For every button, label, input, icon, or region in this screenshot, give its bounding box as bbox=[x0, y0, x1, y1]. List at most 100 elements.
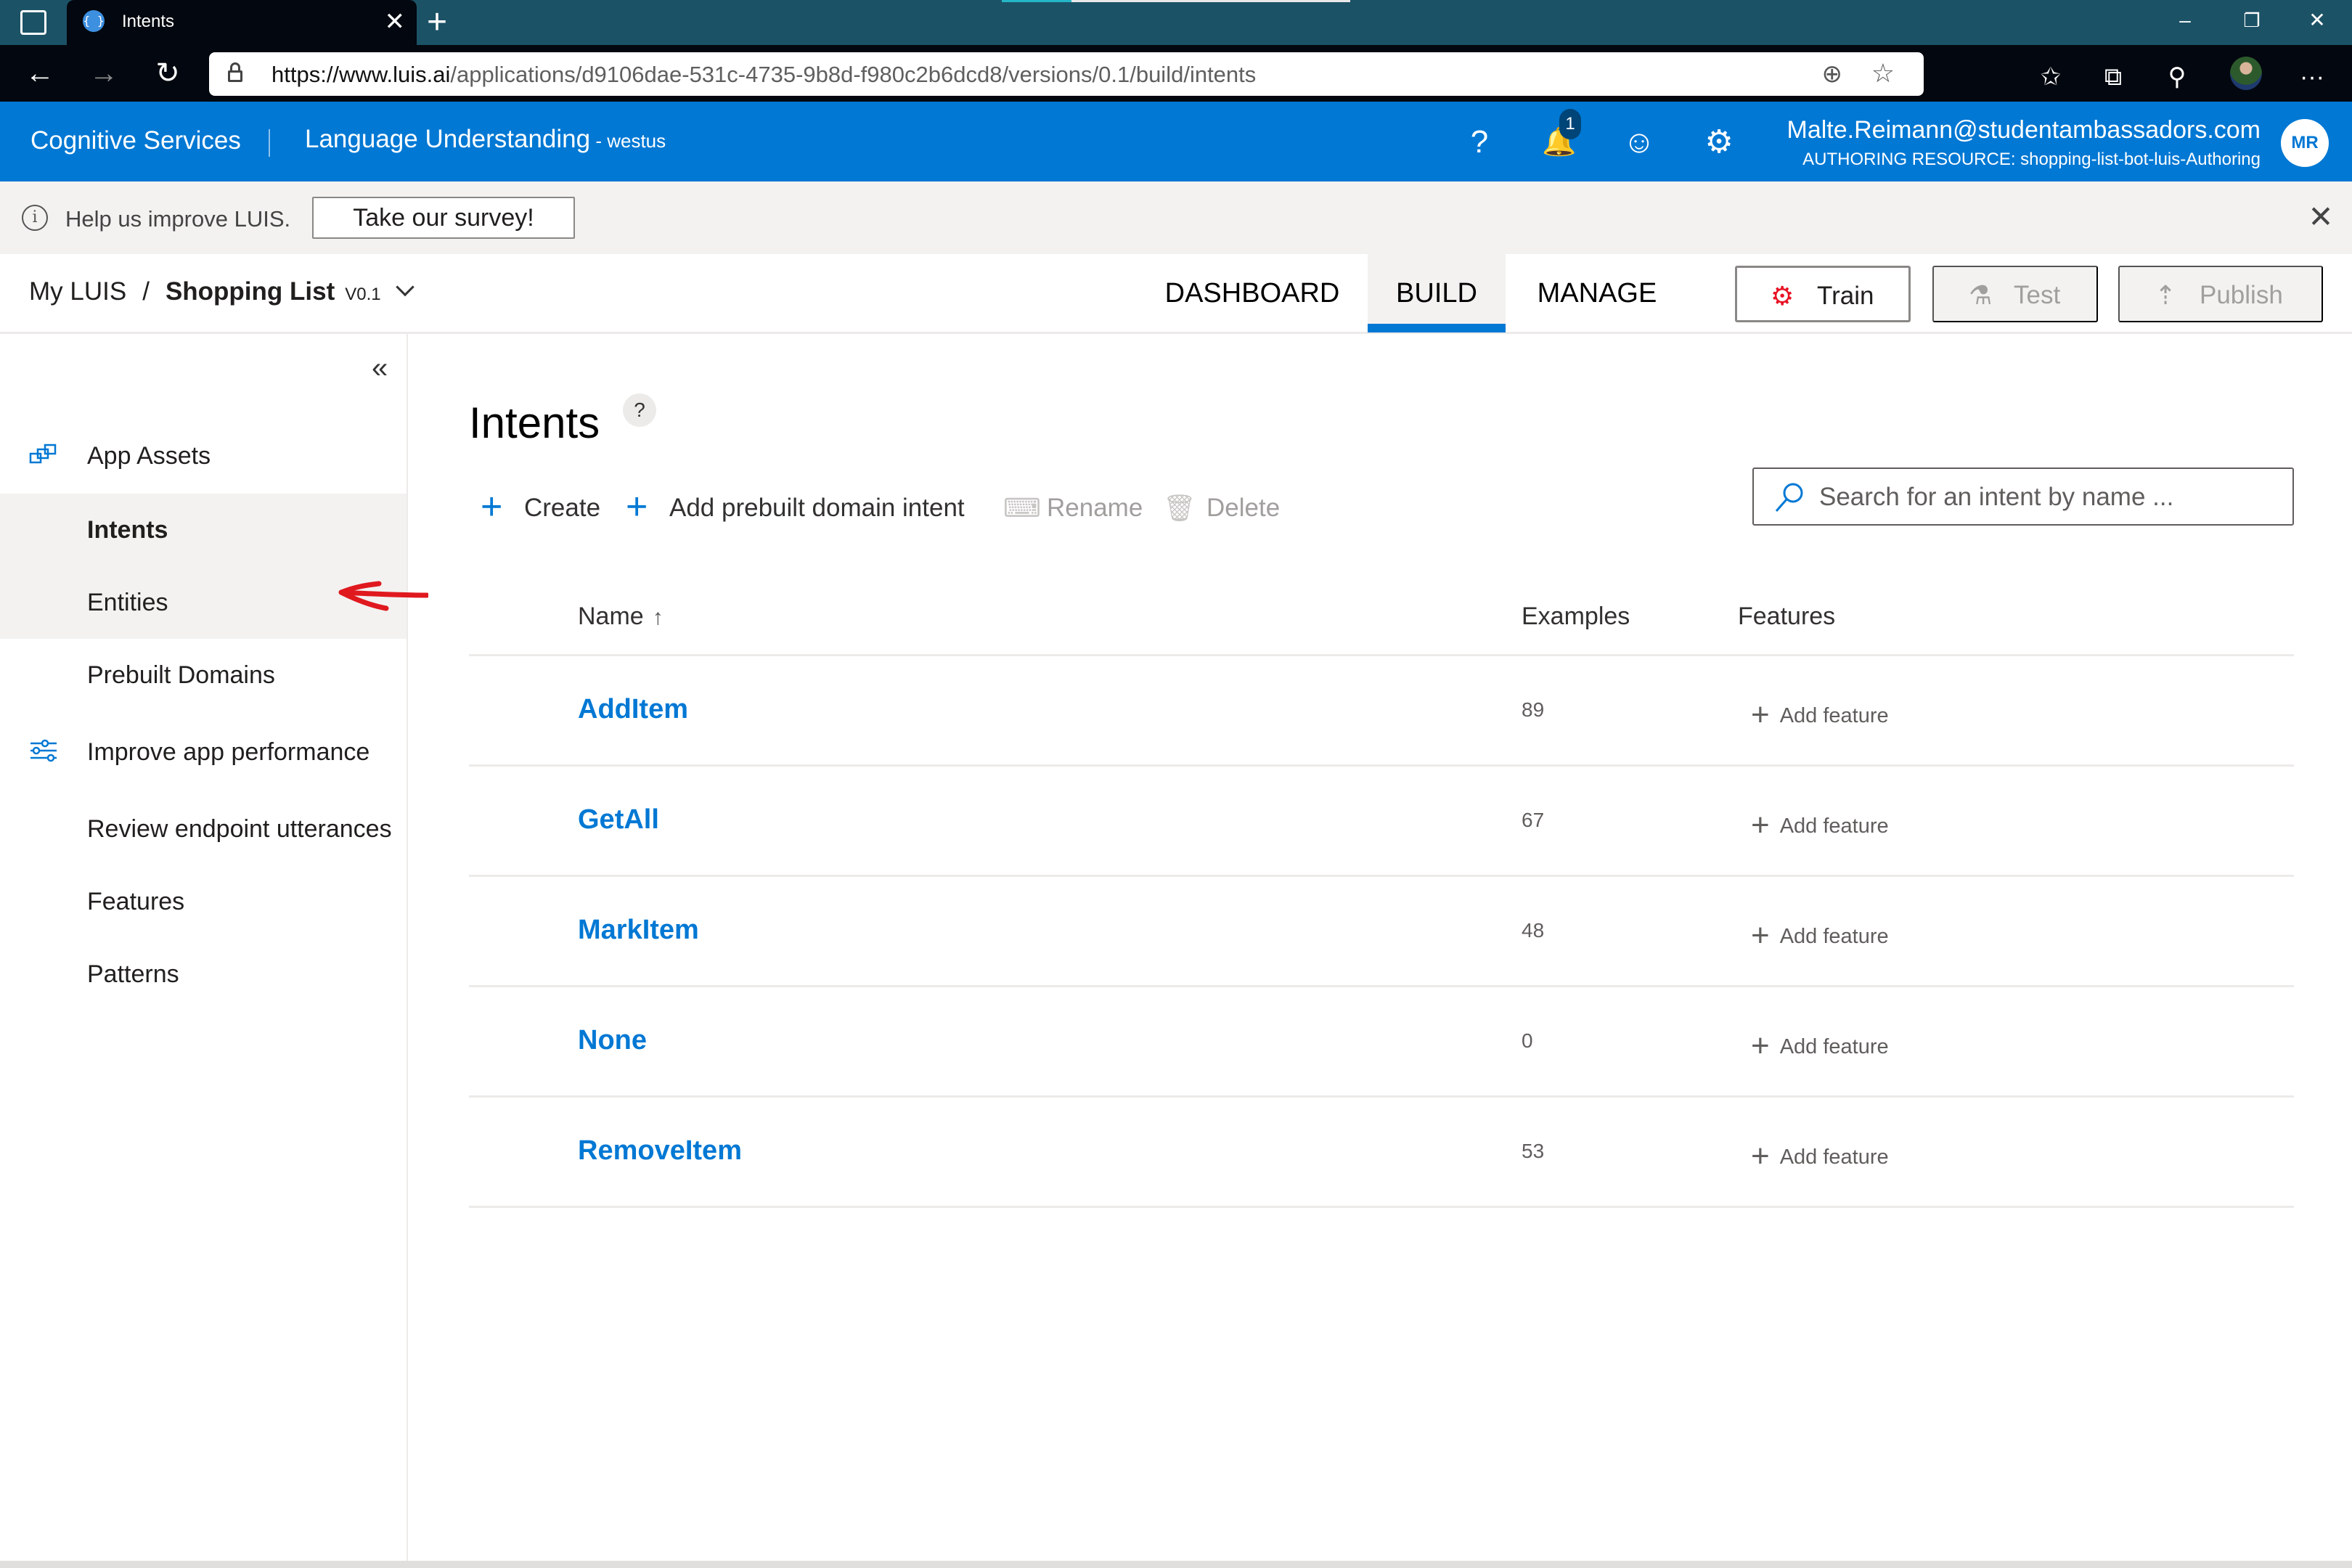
add-feature-button[interactable]: + Add feature bbox=[1751, 1025, 1889, 1063]
refresh-button[interactable]: ↻ bbox=[150, 55, 186, 91]
column-header-features[interactable]: Features bbox=[1738, 603, 1835, 631]
sidebar-item-prebuilt-domains[interactable]: Prebuilt Domains bbox=[0, 639, 407, 711]
browser-tab-intents[interactable]: { } Intents ✕ bbox=[67, 0, 417, 45]
examples-count: 0 bbox=[1522, 1029, 1533, 1052]
page-title: Intents bbox=[469, 399, 600, 447]
table-row[interactable]: GetAll 67 + Add feature bbox=[469, 767, 2294, 877]
intent-name-link[interactable]: AddItem bbox=[578, 694, 688, 725]
plus-icon: + bbox=[1751, 918, 1770, 953]
add-feature-button[interactable]: + Add feature bbox=[1751, 694, 1889, 732]
sidebar-label: Intents bbox=[87, 516, 168, 544]
add-feature-label: Add feature bbox=[1779, 1035, 1889, 1058]
sidebar-item-features[interactable]: Features bbox=[0, 865, 407, 938]
plus-icon: + bbox=[481, 486, 503, 528]
sidebar-item-review-endpoint-utterances[interactable]: Review endpoint utterances bbox=[0, 793, 407, 865]
browser-toolbar: ← → ↻ https://www.luis.ai/applications/d… bbox=[0, 45, 2352, 102]
add-feature-label: Add feature bbox=[1779, 925, 1889, 948]
back-button[interactable]: ← bbox=[22, 55, 58, 91]
add-prebuilt-label: Add prebuilt domain intent bbox=[669, 494, 965, 522]
intent-name-link[interactable]: MarkItem bbox=[578, 915, 699, 946]
column-header-name[interactable]: Name ↑ bbox=[578, 603, 663, 631]
publish-icon: ⇡ bbox=[2155, 280, 2177, 310]
horizontal-scrollbar[interactable] bbox=[0, 1561, 2352, 1568]
restore-button[interactable]: ❐ bbox=[2230, 6, 2274, 35]
close-tab-icon[interactable]: ✕ bbox=[385, 7, 406, 36]
add-feature-label: Add feature bbox=[1779, 1146, 1889, 1169]
test-button[interactable]: ⚗ Test bbox=[1932, 266, 2098, 322]
intent-name-link[interactable]: None bbox=[578, 1025, 647, 1056]
add-favorite-icon[interactable]: ☆ bbox=[1871, 58, 1895, 89]
favorites-icon[interactable]: ✩ bbox=[2033, 62, 2069, 91]
extensions-icon[interactable]: ⚲ bbox=[2159, 62, 2195, 91]
plus-icon: + bbox=[1751, 807, 1770, 843]
sidebar-item-patterns[interactable]: Patterns bbox=[0, 938, 407, 1010]
sidebar-label: App Assets bbox=[87, 442, 211, 470]
version-chevron-down-icon[interactable] bbox=[395, 277, 415, 297]
trash-icon: 🗑 bbox=[1163, 493, 1196, 523]
collections-icon[interactable]: ⧉ bbox=[2095, 62, 2131, 91]
minimize-button[interactable]: – bbox=[2163, 6, 2207, 35]
settings-gear-icon[interactable]: ⚙ bbox=[1697, 121, 1741, 164]
product-name[interactable]: Language Understanding - westus bbox=[305, 125, 666, 154]
tab-dashboard[interactable]: DASHBOARD bbox=[1147, 254, 1357, 332]
intent-search-box[interactable] bbox=[1752, 467, 2294, 526]
url-text[interactable]: https://www.luis.ai/applications/d9106da… bbox=[271, 62, 1256, 88]
app-navigation-bar: My LUIS / Shopping List V0.1 DASHBOARD BUIL… bbox=[0, 254, 2352, 334]
more-menu-icon[interactable]: ··· bbox=[2294, 62, 2330, 91]
breadcrumb-my-luis[interactable]: My LUIS bbox=[29, 277, 126, 306]
close-window-button[interactable]: ✕ bbox=[2295, 6, 2339, 35]
close-banner-icon[interactable]: ✕ bbox=[2303, 199, 2339, 235]
train-gears-icon: ⚙ bbox=[1771, 281, 1794, 311]
intent-name-link[interactable]: RemoveItem bbox=[578, 1135, 742, 1167]
notification-count-badge: 1 bbox=[1559, 109, 1581, 139]
address-bar[interactable]: https://www.luis.ai/applications/d9106da… bbox=[209, 52, 1924, 96]
tab-title: Intents bbox=[122, 12, 175, 31]
cognitive-services-link[interactable]: Cognitive Services bbox=[30, 126, 241, 155]
sidebar-item-improve-app-performance[interactable]: Improve app performance bbox=[0, 716, 407, 788]
lock-icon[interactable] bbox=[228, 62, 242, 83]
tab-actions-button[interactable] bbox=[20, 10, 46, 35]
user-avatar[interactable]: MR bbox=[2281, 119, 2329, 167]
add-feature-button[interactable]: + Add feature bbox=[1751, 915, 1889, 953]
breadcrumb: My LUIS / Shopping List V0.1 bbox=[29, 277, 415, 306]
sidebar-label: Features bbox=[87, 888, 185, 915]
plus-icon: + bbox=[1751, 1138, 1770, 1174]
help-question-icon[interactable]: ? bbox=[623, 393, 656, 427]
new-tab-button[interactable]: + bbox=[427, 4, 447, 41]
region-label: - westus bbox=[590, 130, 666, 152]
sidebar-label: Prebuilt Domains bbox=[87, 661, 275, 689]
add-feature-label: Add feature bbox=[1779, 814, 1889, 838]
table-row[interactable]: RemoveItem 53 + Add feature bbox=[469, 1098, 2294, 1208]
feedback-smiley-icon[interactable]: ☺ bbox=[1617, 121, 1661, 164]
help-icon[interactable]: ? bbox=[1458, 121, 1501, 164]
column-header-examples[interactable]: Examples bbox=[1522, 603, 1630, 631]
browser-profile-avatar[interactable] bbox=[2230, 57, 2262, 90]
sidebar-item-intents[interactable]: Intents bbox=[0, 494, 407, 566]
test-label: Test bbox=[2014, 281, 2061, 309]
plus-icon: + bbox=[1751, 1028, 1770, 1063]
user-email[interactable]: Malte.Reimann@studentambassadors.com bbox=[1787, 116, 2261, 144]
add-feature-button[interactable]: + Add feature bbox=[1751, 1135, 1889, 1174]
zoom-icon[interactable]: ⊕ bbox=[1822, 60, 1843, 89]
table-row[interactable]: MarkItem 48 + Add feature bbox=[469, 877, 2294, 987]
train-button[interactable]: ⚙ Train bbox=[1735, 266, 1911, 322]
sidebar-item-app-assets[interactable]: App Assets bbox=[0, 420, 407, 492]
take-survey-button[interactable]: Take our survey! bbox=[312, 197, 575, 239]
add-feature-button[interactable]: + Add feature bbox=[1751, 804, 1889, 843]
luis-favicon-icon: { } bbox=[83, 10, 105, 32]
tab-manage[interactable]: MANAGE bbox=[1517, 254, 1677, 332]
publish-button[interactable]: ⇡ Publish bbox=[2118, 266, 2323, 322]
collapse-sidebar-icon[interactable]: « bbox=[372, 350, 388, 386]
tab-build[interactable]: BUILD bbox=[1368, 254, 1506, 332]
survey-banner: i Help us improve LUIS. Take our survey!… bbox=[0, 181, 2352, 254]
table-row[interactable]: AddItem 89 + Add feature bbox=[469, 656, 2294, 767]
search-input[interactable] bbox=[1819, 478, 2269, 517]
sliders-icon bbox=[30, 739, 57, 762]
browser-tab-strip: { } Intents ✕ + – ❐ ✕ bbox=[0, 0, 2352, 45]
version-label: V0.1 bbox=[345, 285, 381, 304]
intent-name-link[interactable]: GetAll bbox=[578, 804, 659, 836]
breadcrumb-app-name[interactable]: Shopping List bbox=[166, 277, 335, 306]
table-row[interactable]: None 0 + Add feature bbox=[469, 987, 2294, 1098]
forward-button[interactable]: → bbox=[86, 55, 122, 91]
sidebar-label: Patterns bbox=[87, 960, 179, 988]
